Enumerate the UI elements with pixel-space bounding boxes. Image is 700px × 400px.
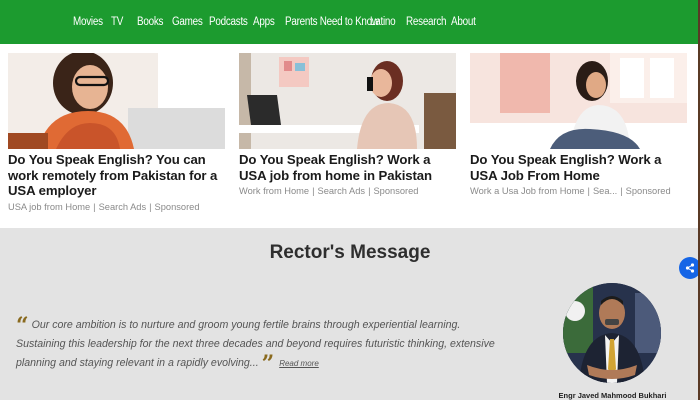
ad-title[interactable]: Do You Speak English? Work a USA Job Fro… <box>470 152 687 183</box>
ad-card[interactable]: Do You Speak English? Work a USA job fro… <box>239 53 456 196</box>
top-navigation: Movies TV Books Games Podcasts Apps Pare… <box>0 0 700 44</box>
share-button[interactable] <box>679 257 700 279</box>
ad-category[interactable]: Search Ads <box>318 186 366 196</box>
ad-image[interactable] <box>239 53 456 149</box>
nav-item-parents[interactable]: Parents Need to Know <box>285 16 379 28</box>
sponsored-label: Sponsored <box>373 186 419 196</box>
ad-card[interactable]: Do You Speak English? You can work remot… <box>8 53 225 212</box>
ad-source[interactable]: USA job from Home <box>8 202 90 212</box>
nav-item-about[interactable]: About <box>451 16 476 28</box>
ad-image[interactable] <box>470 53 687 149</box>
sponsored-ads: Do You Speak English? You can work remot… <box>0 44 700 228</box>
section-heading: Rector's Message <box>269 242 431 263</box>
sponsored-label: Sponsored <box>625 186 671 196</box>
ad-title[interactable]: Do You Speak English? Work a USA job fro… <box>239 152 456 183</box>
ad-category[interactable]: Sea... <box>593 186 617 196</box>
sponsored-label: Sponsored <box>154 201 200 212</box>
ad-meta: Work a Usa Job from Home | Sea... | Sponsore… <box>470 186 671 196</box>
nav-item-latino[interactable]: Latino <box>370 16 396 28</box>
nav-item-books[interactable]: Books <box>137 16 163 28</box>
ad-title[interactable]: Do You Speak English? You can work remot… <box>8 152 225 199</box>
ad-image[interactable] <box>8 53 225 149</box>
rector-name: Engr Javed Mahmood Bukhari <box>558 391 667 400</box>
rector-portrait <box>563 283 661 383</box>
nav-item-apps[interactable]: Apps <box>253 16 275 28</box>
ad-category[interactable]: Search Ads <box>99 202 147 212</box>
share-icon <box>685 263 695 273</box>
nav-item-podcasts[interactable]: Podcasts <box>209 16 248 28</box>
ad-source[interactable]: Work a Usa Job from Home <box>470 186 585 196</box>
open-quote-icon: “ <box>16 313 29 339</box>
ad-meta: Work from Home | Search Ads | Sponsored <box>239 186 419 196</box>
nav-item-tv[interactable]: TV <box>111 16 123 28</box>
ad-card[interactable]: Do You Speak English? Work a USA Job Fro… <box>470 53 687 196</box>
ad-source[interactable]: Work from Home <box>239 186 309 196</box>
read-more-link[interactable]: Read more <box>279 359 319 368</box>
quote-text: Our core ambition is to nurture and groo… <box>16 319 495 369</box>
nav-item-research[interactable]: Research <box>406 16 447 28</box>
rector-message-section: Rector's Message “ Our core ambition is … <box>0 228 700 400</box>
close-quote-icon: ” <box>261 351 275 377</box>
ad-meta: USA job from Home | Search Ads | Sponsored <box>8 201 200 212</box>
nav-item-games[interactable]: Games <box>172 16 203 28</box>
nav-item-movies[interactable]: Movies <box>73 16 103 28</box>
rector-quote: “ Our core ambition is to nurture and gr… <box>16 313 506 375</box>
